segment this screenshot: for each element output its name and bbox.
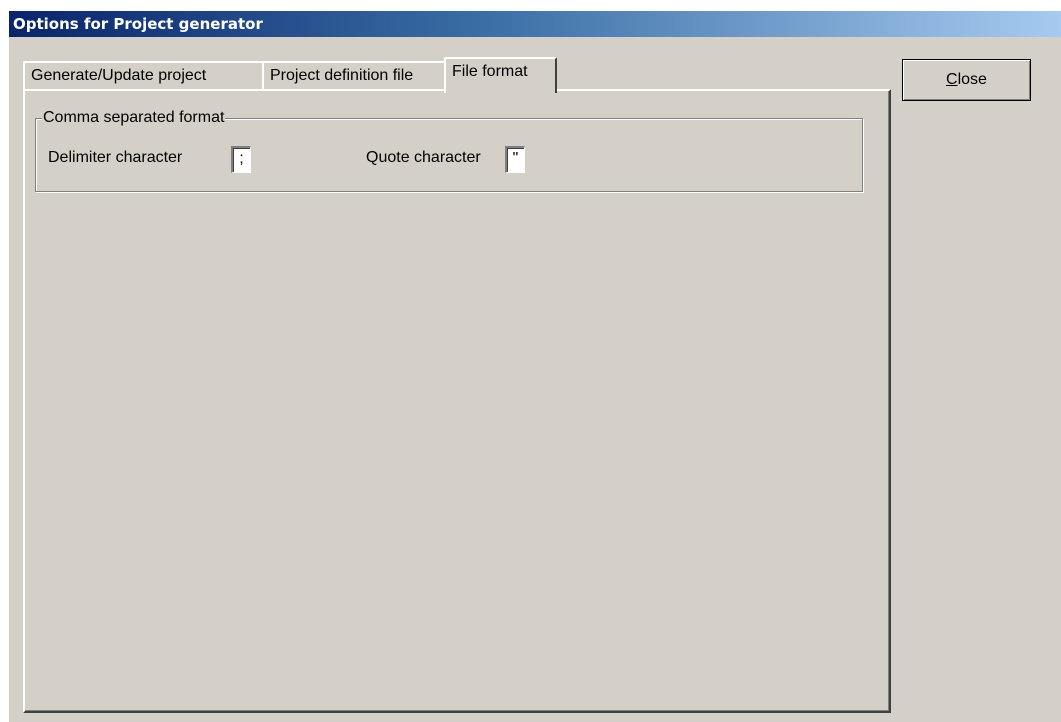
quote-character-field[interactable]: ": [505, 146, 525, 173]
tab-generate-update-project[interactable]: Generate/Update project: [23, 61, 264, 91]
delimiter-character-field[interactable]: ;: [231, 146, 251, 173]
comma-separated-format-group: Comma separated format Delimiter charact…: [35, 109, 863, 192]
tab-label: Project definition file: [270, 67, 414, 84]
close-label: lose: [957, 71, 987, 88]
window-title: Options for Project generator: [13, 15, 263, 33]
tab-project-definition-file[interactable]: Project definition file: [262, 61, 446, 91]
tab-label: File format: [452, 63, 528, 80]
group-title: Comma separated format: [42, 109, 226, 127]
delimiter-character-label: Delimiter character: [48, 149, 183, 166]
close-mnemonic: C: [946, 71, 958, 88]
tab-file-format[interactable]: File format: [444, 57, 557, 93]
close-button[interactable]: Close: [902, 59, 1031, 101]
title-bar[interactable]: Options for Project generator: [9, 11, 1061, 37]
quote-character-label: Quote character: [366, 149, 481, 166]
options-dialog: Options for Project generator Generate/U…: [8, 10, 1061, 722]
tab-label: Generate/Update project: [31, 67, 207, 84]
